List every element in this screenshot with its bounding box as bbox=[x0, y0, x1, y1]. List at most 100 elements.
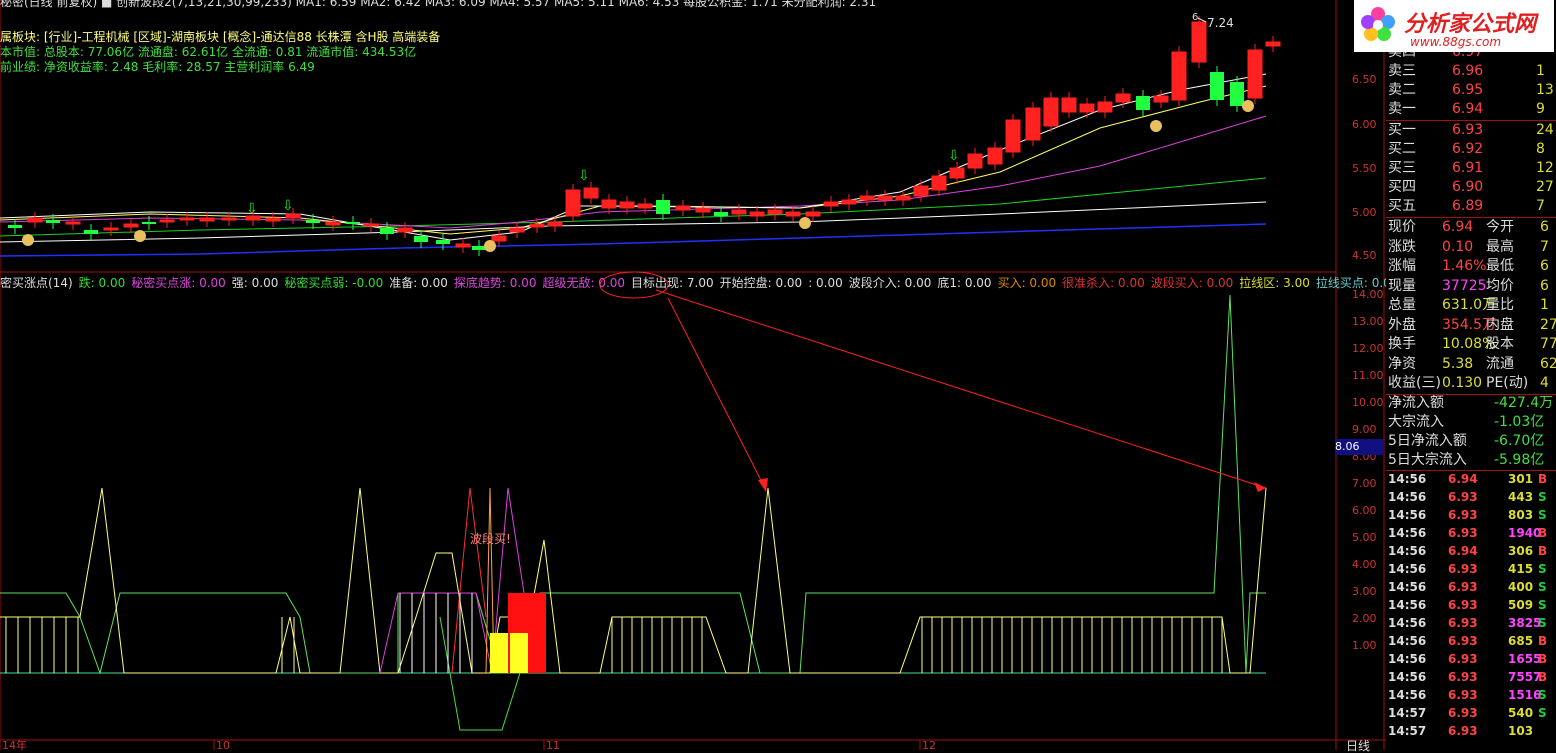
candle-body bbox=[27, 217, 43, 223]
tick-time: 14:56 bbox=[1388, 580, 1427, 594]
indicator-legend-item: 准备: 0.00 bbox=[389, 276, 448, 290]
stock-capital-info: 本市值: 总股本: 77.06亿 流通盘: 62.61亿 全流通: 0.81 流… bbox=[0, 45, 417, 59]
tick-price: 6.93 bbox=[1448, 526, 1478, 540]
tick-price: 6.93 bbox=[1448, 670, 1478, 684]
ask-price: 6.95 bbox=[1452, 82, 1484, 98]
stat-label: 收益(三) bbox=[1388, 375, 1441, 391]
stat-label: 外盘 bbox=[1388, 316, 1416, 333]
candle-body bbox=[583, 187, 599, 199]
candle-body bbox=[455, 243, 471, 248]
ask-row: 卖二 6.95 13 bbox=[1386, 81, 1556, 100]
stat-row: 总量 631.0万 量比 1 bbox=[1386, 296, 1556, 315]
ask-row: 卖一 6.94 9 bbox=[1386, 100, 1556, 119]
flow-row: 5日净流入额 -6.70亿 bbox=[1386, 432, 1556, 451]
indicator-legend-item: 波段介入: 0.00 bbox=[848, 276, 932, 290]
indicator-axis-label: 9.00 bbox=[1352, 423, 1377, 436]
flow-value: -427.4万 bbox=[1494, 395, 1554, 411]
tick-volume: 1940 bbox=[1508, 526, 1542, 540]
tick-time: 14:56 bbox=[1388, 652, 1427, 666]
stat-row: 涨幅 1.46% 最低 6 bbox=[1386, 257, 1556, 276]
logo-url[interactable]: www.88gs.com bbox=[1410, 35, 1501, 49]
candle-body bbox=[436, 240, 450, 244]
candle-body bbox=[987, 147, 1003, 165]
bid-row: 买三 6.91 12 bbox=[1386, 159, 1556, 178]
flow-value: -1.03亿 bbox=[1494, 414, 1545, 430]
tick-row: 14:56 6.93 443 S bbox=[1386, 488, 1556, 506]
candle-body bbox=[8, 225, 22, 228]
candle-body bbox=[767, 209, 783, 215]
candle-body bbox=[472, 246, 486, 250]
candle-body bbox=[1061, 97, 1077, 113]
tick-price: 6.93 bbox=[1448, 616, 1478, 630]
tick-row: 14:56 6.93 3825 S bbox=[1386, 614, 1556, 632]
indicator-axis-label: 13.00 bbox=[1352, 315, 1384, 328]
stat-label: 涨幅 bbox=[1388, 258, 1416, 274]
candle-body bbox=[529, 223, 545, 228]
tick-volume: 103 bbox=[1508, 724, 1534, 738]
stat-value-2: 6 bbox=[1540, 219, 1549, 235]
candle-body bbox=[619, 201, 635, 209]
tick-volume: 1655 bbox=[1508, 652, 1542, 666]
tick-side: B bbox=[1538, 670, 1548, 684]
candle-body bbox=[159, 219, 175, 223]
tick-side: B bbox=[1538, 634, 1548, 648]
quote-panel: 卖四 6.97 卖三 6.96 1 卖二 6.95 13 卖一 6.94 9 买一 6.93 24 买二 6.… bbox=[1386, 0, 1556, 750]
indicator-legend-item: 秘密买点弱: -0.00 bbox=[284, 276, 384, 290]
tick-row: 14:56 6.94 301 B bbox=[1386, 470, 1556, 488]
ask-price: 6.94 bbox=[1452, 101, 1484, 117]
bid-price: 6.91 bbox=[1452, 160, 1484, 176]
candle-body bbox=[1153, 95, 1169, 103]
candle-body bbox=[785, 211, 801, 217]
indicator-axis-label: 3.00 bbox=[1352, 585, 1377, 598]
tick-side: S bbox=[1538, 562, 1547, 576]
bid-row: 买四 6.90 27 bbox=[1386, 178, 1556, 197]
indicator-value-marker: 8.06 bbox=[1335, 439, 1383, 455]
bid-level-label: 买五 bbox=[1388, 198, 1416, 214]
down-arrow-icon: ⇩ bbox=[578, 168, 590, 184]
money-bag-icon bbox=[484, 240, 496, 252]
down-arrow-icon: ⇩ bbox=[948, 148, 960, 164]
tick-price: 6.93 bbox=[1448, 652, 1478, 666]
ask-level-label: 卖一 bbox=[1388, 101, 1416, 117]
candle-body bbox=[695, 207, 711, 213]
candle-body bbox=[142, 222, 156, 224]
bid-price: 6.90 bbox=[1452, 179, 1484, 195]
stat-label: 现量 bbox=[1388, 277, 1416, 294]
candle-body bbox=[65, 221, 81, 225]
tick-side: S bbox=[1538, 580, 1547, 594]
candle-body bbox=[491, 235, 507, 242]
chart-title: 秘密(日线 前复权) ■ 创新波段2(7,13,21,30,99,233) MA… bbox=[0, 0, 877, 9]
stat-value-2: 7 bbox=[1540, 238, 1549, 255]
candle-body bbox=[675, 205, 691, 211]
price-axis-label: 6.50 bbox=[1352, 73, 1377, 86]
tick-volume: 1516 bbox=[1508, 688, 1542, 702]
candle-body bbox=[1265, 41, 1281, 47]
tick-time: 14:56 bbox=[1388, 490, 1427, 504]
candle-body bbox=[749, 211, 765, 217]
tick-side: S bbox=[1538, 616, 1547, 630]
tick-row: 14:56 6.93 1655 B bbox=[1386, 650, 1556, 668]
bid-price: 6.92 bbox=[1452, 141, 1484, 157]
tick-side: B bbox=[1538, 526, 1548, 540]
flow-label: 5日净流入额 bbox=[1388, 433, 1467, 449]
kline-chart-area[interactable]: ⇩ ⇩ ⇩ ⇩ 6 bbox=[0, 0, 1386, 750]
logo-name: 分析家公式网 bbox=[1404, 12, 1537, 37]
stat-row: 外盘354.5万内盘276. bbox=[1386, 316, 1556, 335]
stat-value: 0.130 bbox=[1442, 375, 1483, 391]
ma6-line bbox=[0, 223, 1267, 257]
candle-body bbox=[1079, 103, 1095, 113]
tick-volume: 301 bbox=[1508, 472, 1534, 486]
band-buy-annotation: 波段买! bbox=[470, 532, 511, 546]
tick-side: B bbox=[1538, 472, 1548, 486]
price-axis-label: 4.50 bbox=[1352, 249, 1377, 262]
candle-body bbox=[380, 228, 394, 234]
bid-volume: 24 bbox=[1536, 122, 1554, 138]
period-tab-daily[interactable]: 日线 bbox=[1346, 739, 1370, 753]
tick-price: 6.93 bbox=[1448, 706, 1478, 720]
flow-row: 5日大宗流入 -5.98亿 bbox=[1386, 451, 1556, 470]
candle-body bbox=[1230, 82, 1244, 106]
ask-level-label: 卖三 bbox=[1388, 63, 1416, 79]
tick-row: 14:56 6.93 1516 S bbox=[1386, 686, 1556, 704]
stat-label: 换手 bbox=[1388, 336, 1416, 352]
stat-label-2: 均价 bbox=[1486, 277, 1514, 294]
